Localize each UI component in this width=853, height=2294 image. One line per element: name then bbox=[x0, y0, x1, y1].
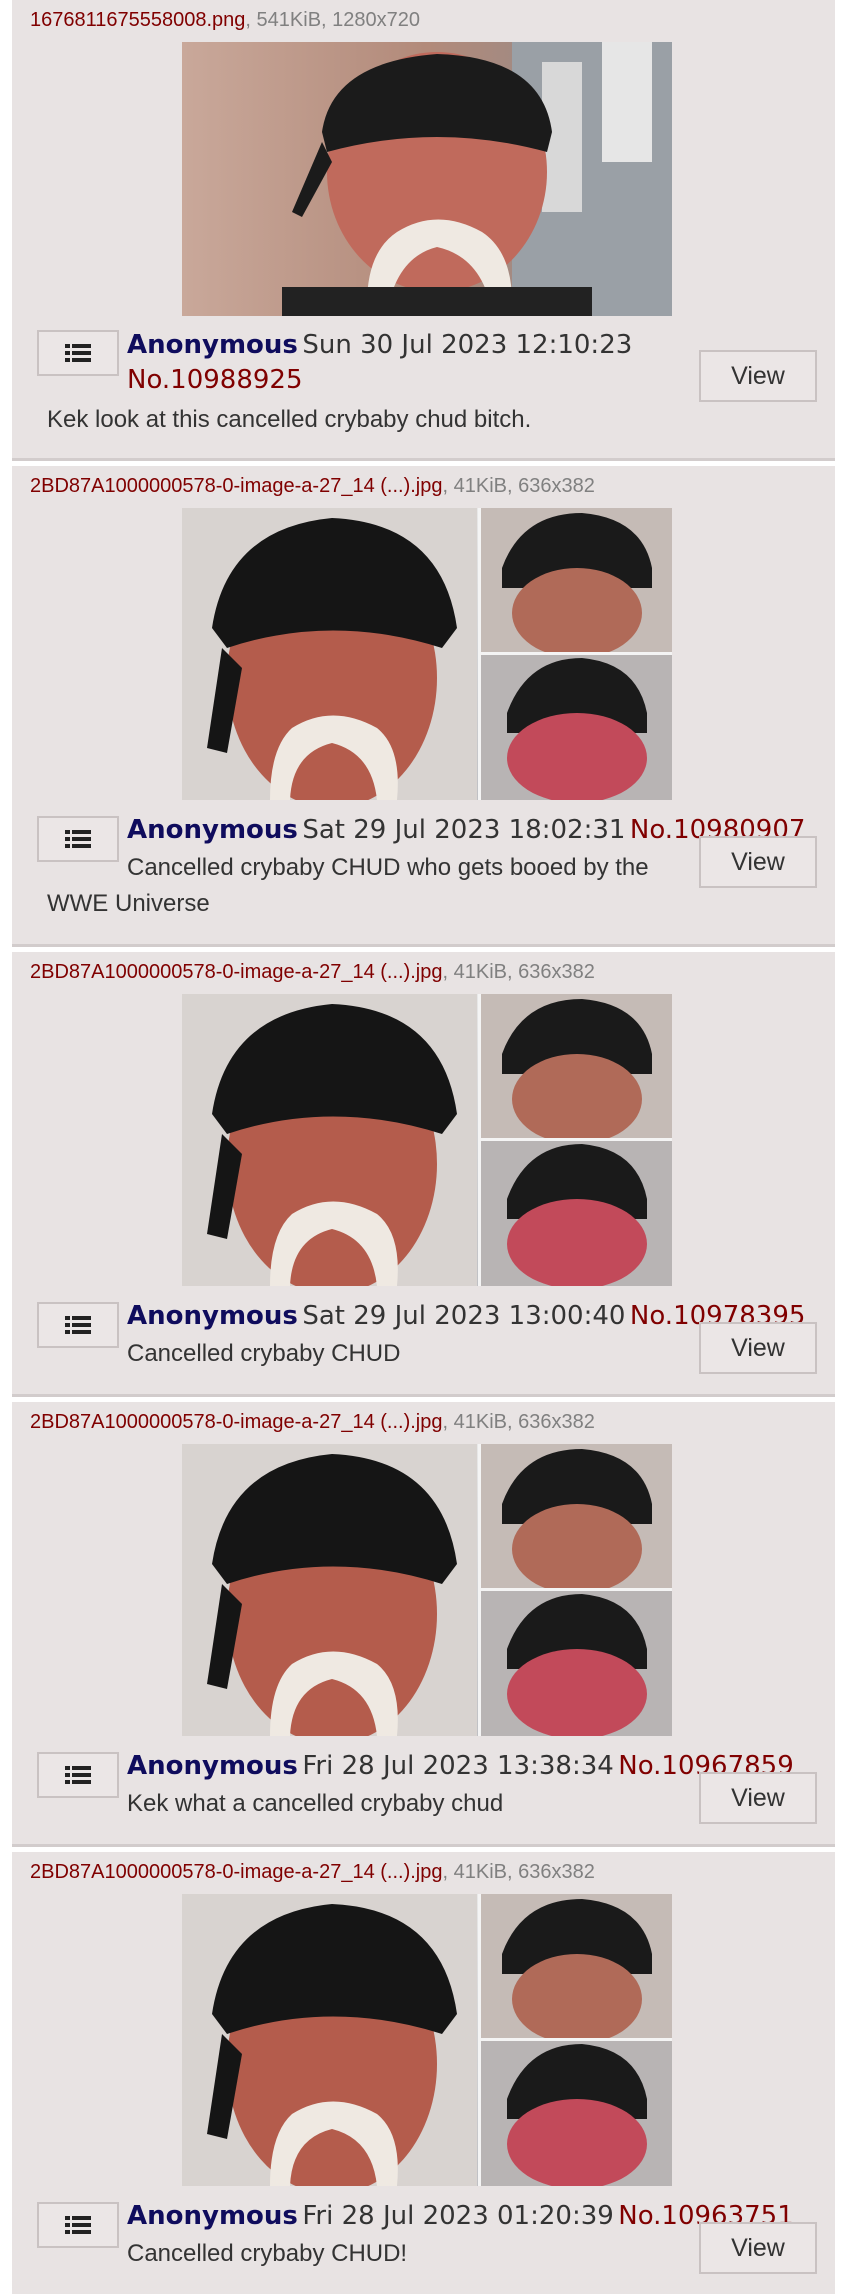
post-image[interactable] bbox=[182, 1894, 672, 2186]
file-info: 1676811675558008.png, 541KiB, 1280x720 bbox=[30, 9, 420, 32]
file-meta: , 41KiB, 636x382 bbox=[442, 475, 595, 497]
post-date: Sat 29 Jul 2023 18:02:31 bbox=[302, 815, 626, 845]
post-comment-line-2: WWE Universe bbox=[47, 890, 210, 917]
poster-name: Anonymous bbox=[127, 815, 298, 845]
post-header: Anonymous Sun 30 Jul 2023 12:10:23 bbox=[127, 327, 632, 367]
post-number-link[interactable]: No.10988925 bbox=[127, 365, 303, 395]
file-meta: , 41KiB, 636x382 bbox=[442, 1861, 595, 1883]
file-link[interactable]: 1676811675558008.png bbox=[30, 9, 245, 31]
post-10978395: 2BD87A1000000578-0-image-a-27_14 (...).j… bbox=[12, 952, 835, 1397]
post-header: Anonymous Fri 28 Jul 2023 13:38:34 No.10… bbox=[127, 1748, 794, 1788]
post-date: Sun 30 Jul 2023 12:10:23 bbox=[302, 330, 633, 360]
post-date: Fri 28 Jul 2023 13:38:34 bbox=[302, 1751, 614, 1781]
file-meta: , 541KiB, 1280x720 bbox=[245, 9, 421, 31]
poster-name: Anonymous bbox=[127, 1301, 298, 1331]
menu-list-icon bbox=[65, 1765, 91, 1785]
post-image[interactable] bbox=[182, 508, 672, 800]
post-menu-button[interactable] bbox=[37, 816, 119, 862]
menu-list-icon bbox=[65, 829, 91, 849]
view-button[interactable]: View bbox=[699, 1772, 817, 1824]
post-10963751: 2BD87A1000000578-0-image-a-27_14 (...).j… bbox=[12, 1852, 835, 2294]
file-info: 2BD87A1000000578-0-image-a-27_14 (...).j… bbox=[30, 475, 595, 498]
file-meta: , 41KiB, 636x382 bbox=[442, 961, 595, 983]
post-menu-button[interactable] bbox=[37, 330, 119, 376]
post-comment: Cancelled crybaby CHUD! bbox=[127, 2240, 408, 2267]
view-button[interactable]: View bbox=[699, 836, 817, 888]
file-link[interactable]: 2BD87A1000000578-0-image-a-27_14 (...).j… bbox=[30, 475, 443, 497]
post-image[interactable] bbox=[182, 42, 672, 316]
file-info: 2BD87A1000000578-0-image-a-27_14 (...).j… bbox=[30, 961, 595, 984]
menu-list-icon bbox=[65, 1315, 91, 1335]
post-image[interactable] bbox=[182, 1444, 672, 1736]
file-info: 2BD87A1000000578-0-image-a-27_14 (...).j… bbox=[30, 1861, 595, 1884]
post-date: Sat 29 Jul 2023 13:00:40 bbox=[302, 1301, 626, 1331]
thread-board: 1676811675558008.png, 541KiB, 1280x720 A… bbox=[0, 0, 853, 2294]
post-menu-button[interactable] bbox=[37, 1752, 119, 1798]
post-date: Fri 28 Jul 2023 01:20:39 bbox=[302, 2201, 614, 2231]
view-button[interactable]: View bbox=[699, 1322, 817, 1374]
post-number-line: No.10988925 bbox=[127, 362, 303, 402]
post-menu-button[interactable] bbox=[37, 1302, 119, 1348]
menu-list-icon bbox=[65, 343, 91, 363]
view-button[interactable]: View bbox=[699, 2222, 817, 2274]
file-link[interactable]: 2BD87A1000000578-0-image-a-27_14 (...).j… bbox=[30, 1861, 443, 1883]
file-link[interactable]: 2BD87A1000000578-0-image-a-27_14 (...).j… bbox=[30, 1411, 443, 1433]
post-comment: Cancelled crybaby CHUD bbox=[127, 1340, 401, 1367]
menu-list-icon bbox=[65, 2215, 91, 2235]
file-info: 2BD87A1000000578-0-image-a-27_14 (...).j… bbox=[30, 1411, 595, 1434]
post-comment-line-1: Cancelled crybaby CHUD who gets booed by… bbox=[127, 854, 649, 881]
poster-name: Anonymous bbox=[127, 1751, 298, 1781]
file-link[interactable]: 2BD87A1000000578-0-image-a-27_14 (...).j… bbox=[30, 961, 443, 983]
file-meta: , 41KiB, 636x382 bbox=[442, 1411, 595, 1433]
poster-name: Anonymous bbox=[127, 330, 298, 360]
post-comment: Kek what a cancelled crybaby chud bbox=[127, 1790, 504, 1817]
post-10980907: 2BD87A1000000578-0-image-a-27_14 (...).j… bbox=[12, 466, 835, 947]
post-image[interactable] bbox=[182, 994, 672, 1286]
post-10967859: 2BD87A1000000578-0-image-a-27_14 (...).j… bbox=[12, 1402, 835, 1847]
post-menu-button[interactable] bbox=[37, 2202, 119, 2248]
poster-name: Anonymous bbox=[127, 2201, 298, 2231]
view-button[interactable]: View bbox=[699, 350, 817, 402]
post-10988925: 1676811675558008.png, 541KiB, 1280x720 A… bbox=[12, 0, 835, 461]
post-header: Anonymous Fri 28 Jul 2023 01:20:39 No.10… bbox=[127, 2198, 794, 2238]
post-comment: Kek look at this cancelled crybaby chud … bbox=[47, 406, 532, 433]
